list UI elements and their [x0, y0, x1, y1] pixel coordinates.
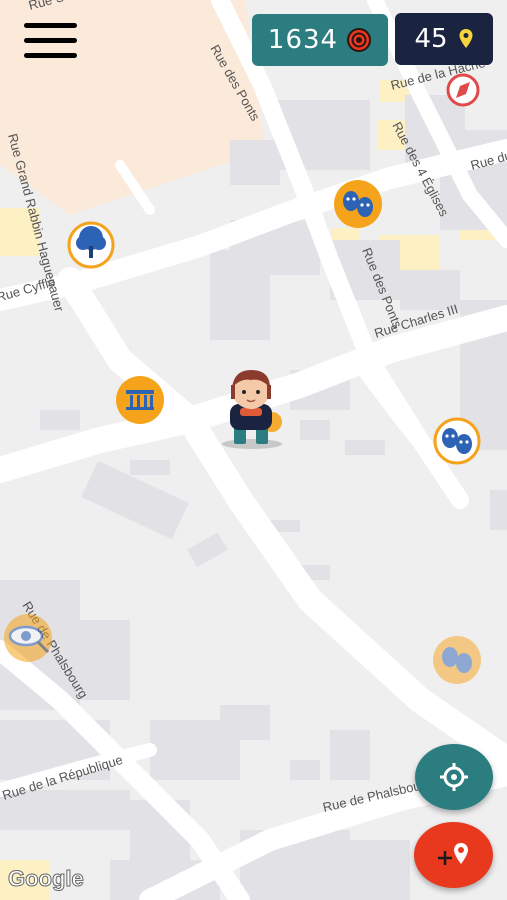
coin-target-icon	[347, 28, 372, 52]
add-pin-button[interactable]	[414, 822, 493, 888]
monument-poi[interactable]	[116, 376, 164, 424]
tree-poi[interactable]	[67, 221, 115, 269]
eye-poi[interactable]	[4, 614, 52, 662]
add-pin-icon	[437, 843, 468, 865]
compass-poi[interactable]	[446, 73, 480, 107]
theater-poi-right[interactable]	[433, 417, 481, 465]
theater-poi-faded[interactable]	[433, 636, 481, 684]
coins-value: 1634	[267, 25, 339, 55]
map-pin-icon	[459, 29, 473, 48]
pins-value: 45	[414, 24, 448, 54]
locate-button[interactable]	[415, 744, 493, 810]
coins-counter[interactable]: 1634	[252, 14, 388, 66]
menu-button[interactable]	[24, 23, 77, 59]
hamburger-menu-icon	[24, 23, 77, 28]
pins-counter[interactable]: 45	[395, 13, 493, 65]
crosshair-icon	[440, 763, 468, 791]
google-attribution: Google	[8, 866, 85, 892]
theater-poi-top[interactable]	[334, 180, 382, 228]
